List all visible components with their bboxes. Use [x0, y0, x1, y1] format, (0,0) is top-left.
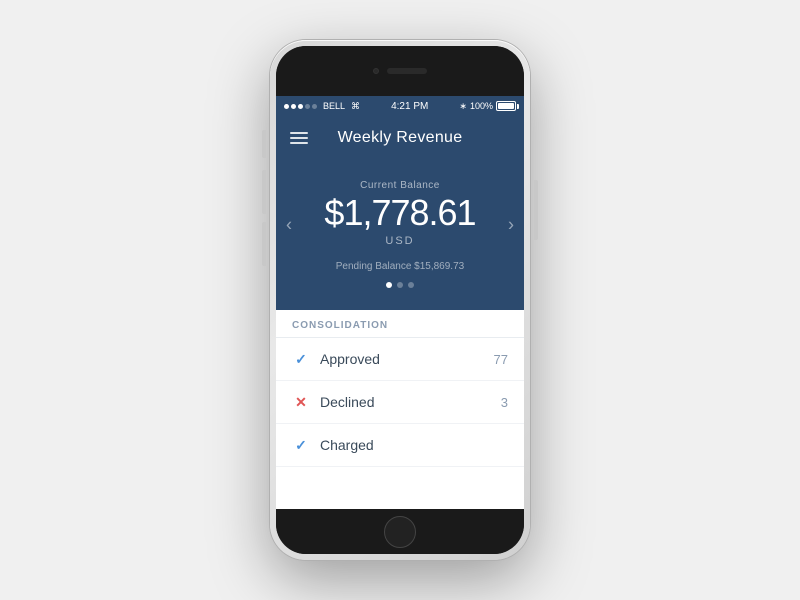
- volume-up-button: [262, 170, 266, 214]
- status-time: 4:21 PM: [391, 101, 428, 112]
- page-indicators: [306, 282, 494, 300]
- pending-balance: Pending Balance $15,869.73: [306, 261, 494, 272]
- balance-label: Current Balance: [306, 180, 494, 191]
- hamburger-line-3: [290, 142, 308, 144]
- page-dot-3[interactable]: [408, 282, 414, 288]
- list-item-charged[interactable]: ✓ Charged: [276, 424, 524, 467]
- carrier-name: BELL: [323, 101, 345, 111]
- page-dot-2[interactable]: [397, 282, 403, 288]
- wifi-icon: ⌘: [351, 101, 360, 112]
- signal-dot-4: [305, 104, 310, 109]
- camera-row: [373, 68, 427, 74]
- page-title: Weekly Revenue: [338, 129, 463, 147]
- mute-button: [262, 130, 266, 158]
- hamburger-line-2: [290, 137, 308, 139]
- declined-count: 3: [501, 395, 508, 410]
- earpiece-speaker: [387, 68, 427, 74]
- approved-count: 77: [494, 352, 508, 367]
- status-right: ∗ 100%: [459, 101, 516, 112]
- balance-section: ‹ › Current Balance $1,778.61 USD Pendin…: [276, 160, 524, 310]
- app-header: Weekly Revenue: [276, 116, 524, 160]
- balance-amount: $1,778.61: [306, 195, 494, 231]
- next-arrow[interactable]: ›: [508, 215, 514, 236]
- declined-icon: ✕: [292, 393, 310, 411]
- page-dot-1[interactable]: [386, 282, 392, 288]
- signal-strength: [284, 104, 317, 109]
- list-item-declined[interactable]: ✕ Declined 3: [276, 381, 524, 424]
- approved-icon: ✓: [292, 350, 310, 368]
- bluetooth-icon: ∗: [459, 101, 467, 112]
- status-left: BELL ⌘: [284, 101, 360, 112]
- phone-screen: BELL ⌘ 4:21 PM ∗ 100%: [276, 46, 524, 554]
- battery-fill: [498, 103, 514, 109]
- status-bar: BELL ⌘ 4:21 PM ∗ 100%: [276, 96, 524, 116]
- prev-arrow[interactable]: ‹: [286, 215, 292, 236]
- list-item-approved[interactable]: ✓ Approved 77: [276, 338, 524, 381]
- bottom-bezel: [276, 509, 524, 554]
- hamburger-button[interactable]: [290, 132, 308, 144]
- signal-dot-1: [284, 104, 289, 109]
- signal-dot-5: [312, 104, 317, 109]
- signal-dot-2: [291, 104, 296, 109]
- volume-down-button: [262, 222, 266, 266]
- declined-label: Declined: [320, 394, 501, 410]
- balance-currency: USD: [306, 235, 494, 247]
- signal-dot-3: [298, 104, 303, 109]
- battery-percent: 100%: [470, 101, 493, 111]
- app-screen: BELL ⌘ 4:21 PM ∗ 100%: [276, 46, 524, 554]
- hamburger-line-1: [290, 132, 308, 134]
- power-button: [534, 180, 538, 240]
- section-header: CONSOLIDATION: [276, 310, 524, 338]
- battery-icon: [496, 101, 516, 111]
- home-button[interactable]: [384, 516, 416, 548]
- consolidation-section: CONSOLIDATION ✓ Approved 77 ✕ Declined 3: [276, 310, 524, 509]
- approved-label: Approved: [320, 351, 494, 367]
- phone-frame: BELL ⌘ 4:21 PM ∗ 100%: [270, 40, 530, 560]
- top-bezel: [276, 46, 524, 96]
- charged-icon: ✓: [292, 436, 310, 454]
- charged-label: Charged: [320, 437, 508, 453]
- front-camera: [373, 68, 379, 74]
